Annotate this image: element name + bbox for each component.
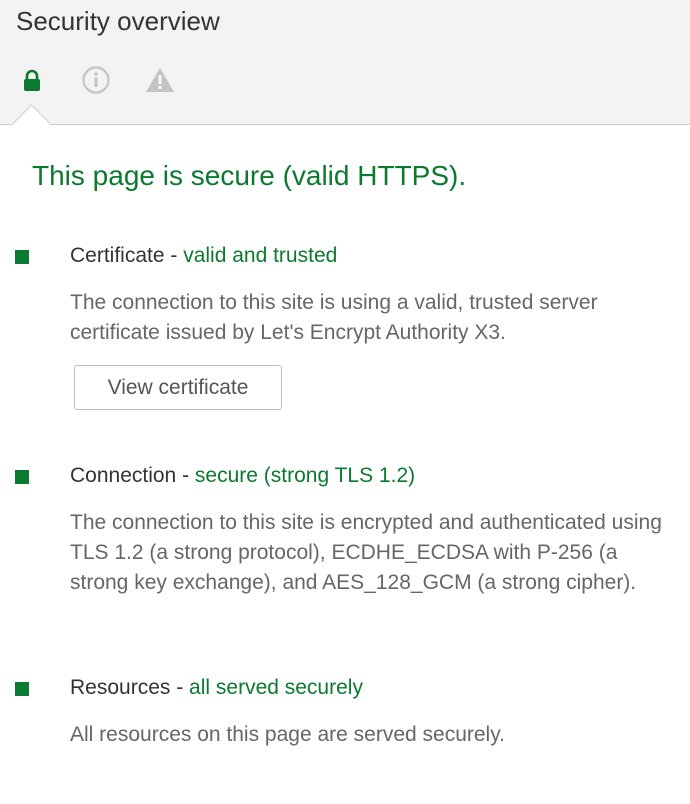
security-summary: This page is secure (valid HTTPS). <box>32 160 467 191</box>
resources-title: Resources - <box>70 676 190 699</box>
resources-description: All resources on this page are served se… <box>70 723 505 746</box>
info-icon <box>82 66 110 94</box>
tab-info[interactable] <box>80 64 112 96</box>
tab-warning[interactable] <box>144 64 176 96</box>
certificate-heading: Certificate - valid and trusted <box>70 244 337 268</box>
security-panel-header: Security overview <box>0 0 690 125</box>
secure-status-indicator <box>15 250 29 264</box>
resources-status: all served securely <box>189 676 363 699</box>
lock-icon <box>24 69 40 91</box>
connection-title: Connection - <box>70 464 195 487</box>
secure-status-indicator <box>15 470 29 484</box>
connection-heading: Connection - secure (strong TLS 1.2) <box>70 464 415 488</box>
tab-security-overview[interactable] <box>16 64 48 96</box>
certificate-status: valid and trusted <box>183 244 338 267</box>
view-certificate-button[interactable]: View certificate <box>74 365 282 410</box>
warning-icon <box>146 68 174 92</box>
connection-description: The connection to this site is encrypted… <box>70 511 662 594</box>
certificate-title: Certificate - <box>70 244 184 267</box>
connection-status: secure (strong TLS 1.2) <box>194 464 416 487</box>
secure-status-indicator <box>15 682 29 696</box>
resources-heading: Resources - all served securely <box>70 676 363 700</box>
certificate-description: The connection to this site is using a v… <box>70 291 598 344</box>
panel-title: Security overview <box>16 6 220 36</box>
